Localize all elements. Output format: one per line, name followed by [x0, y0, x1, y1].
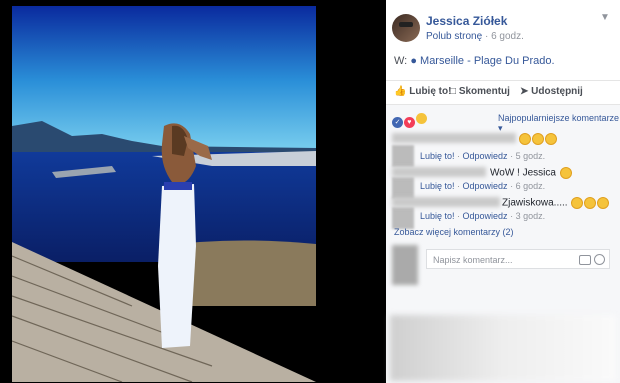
location-pin-icon: ●	[410, 55, 417, 67]
current-user-avatar	[392, 245, 418, 285]
thumbs-up-icon: 👍	[394, 86, 407, 97]
comment-text	[518, 133, 557, 145]
commenter-name-blurred	[392, 197, 500, 207]
blurred-content	[390, 315, 616, 381]
comment-button[interactable]: □ Skomentuj	[450, 86, 510, 97]
commenter-avatar[interactable]	[392, 177, 414, 199]
wow-reaction-icon	[415, 113, 427, 124]
chevron-down-icon: ▾	[498, 123, 503, 133]
comment-input[interactable]: Napisz komentarz...	[426, 249, 610, 269]
like-reaction-icon: ✓	[392, 117, 403, 128]
comments-section: ✓ ♥ Najpopularniejsze komentarze ▾ Lubię…	[386, 104, 620, 383]
comment-like-link[interactable]: Lubię to!	[420, 151, 455, 161]
comment-reply-link[interactable]: Odpowiedz	[463, 181, 508, 191]
chevron-down-icon[interactable]: ▼	[600, 12, 610, 23]
author-name[interactable]: Jessica Ziółek	[426, 14, 507, 28]
author-avatar[interactable]	[392, 14, 420, 42]
location-link[interactable]: Marseille - Plage Du Prado.	[420, 55, 555, 67]
comment-time[interactable]: 5 godz.	[516, 151, 546, 161]
comment-text: WoW ! Jessica	[490, 167, 572, 179]
post-subline: Polub stronę · 6 godz.	[426, 31, 524, 42]
post-location: W: ● Marseille - Plage Du Prado.	[394, 55, 555, 67]
commenter-avatar[interactable]	[392, 145, 414, 167]
post-time[interactable]: 6 godz.	[491, 31, 524, 42]
post-photo[interactable]	[12, 6, 316, 382]
comment-icon: □	[450, 86, 457, 97]
comment-time[interactable]: 3 godz.	[516, 211, 546, 221]
action-bar: 👍 Lubię to! □ Skomentuj ➤ Udostępnij	[386, 80, 620, 103]
comments-sort-dropdown[interactable]: Najpopularniejsze komentarze ▾	[498, 113, 620, 134]
comment-like-link[interactable]: Lubię to!	[420, 181, 455, 191]
comment-meta: Lubię to! · Odpowiedz · 6 godz.	[420, 181, 546, 191]
emoji-icon	[519, 133, 531, 145]
comment-reply-link[interactable]: Odpowiedz	[463, 211, 508, 221]
post-panel: Jessica Ziółek Polub stronę · 6 godz. ▼ …	[386, 0, 620, 383]
share-button[interactable]: ➤ Udostępnij	[520, 86, 583, 97]
camera-icon[interactable]	[579, 255, 591, 265]
share-icon: ➤	[520, 86, 529, 97]
commenter-avatar[interactable]	[392, 207, 414, 229]
comment-meta: Lubię to! · Odpowiedz · 3 godz.	[420, 211, 546, 221]
emoji-icon	[597, 197, 610, 209]
comment-text: Zjawiskowa.....	[502, 197, 610, 209]
see-more-comments-link[interactable]: Zobacz więcej komentarzy (2)	[394, 227, 514, 237]
reactions-summary[interactable]: ✓ ♥	[392, 113, 427, 128]
emoji-icon	[584, 197, 597, 209]
post-header: Jessica Ziółek Polub stronę · 6 godz. ▼ …	[386, 0, 620, 110]
comment-meta: Lubię to! · Odpowiedz · 5 godz.	[420, 151, 546, 161]
like-button[interactable]: 👍 Lubię to!	[394, 86, 451, 97]
emoji-picker-icon[interactable]	[594, 254, 605, 265]
emoji-icon	[559, 167, 572, 179]
separator: ·	[484, 31, 489, 42]
emoji-icon	[532, 133, 544, 145]
emoji-icon	[545, 133, 557, 145]
comment-like-link[interactable]: Lubię to!	[420, 211, 455, 221]
location-prefix: W:	[394, 55, 408, 67]
comment-time[interactable]: 6 godz.	[516, 181, 546, 191]
like-page-link[interactable]: Polub stronę	[426, 31, 482, 42]
commenter-name-blurred	[392, 133, 516, 143]
heart-reaction-icon: ♥	[403, 117, 415, 128]
emoji-icon	[571, 197, 584, 209]
commenter-name-blurred	[392, 167, 486, 177]
comment-reply-link[interactable]: Odpowiedz	[463, 151, 508, 161]
